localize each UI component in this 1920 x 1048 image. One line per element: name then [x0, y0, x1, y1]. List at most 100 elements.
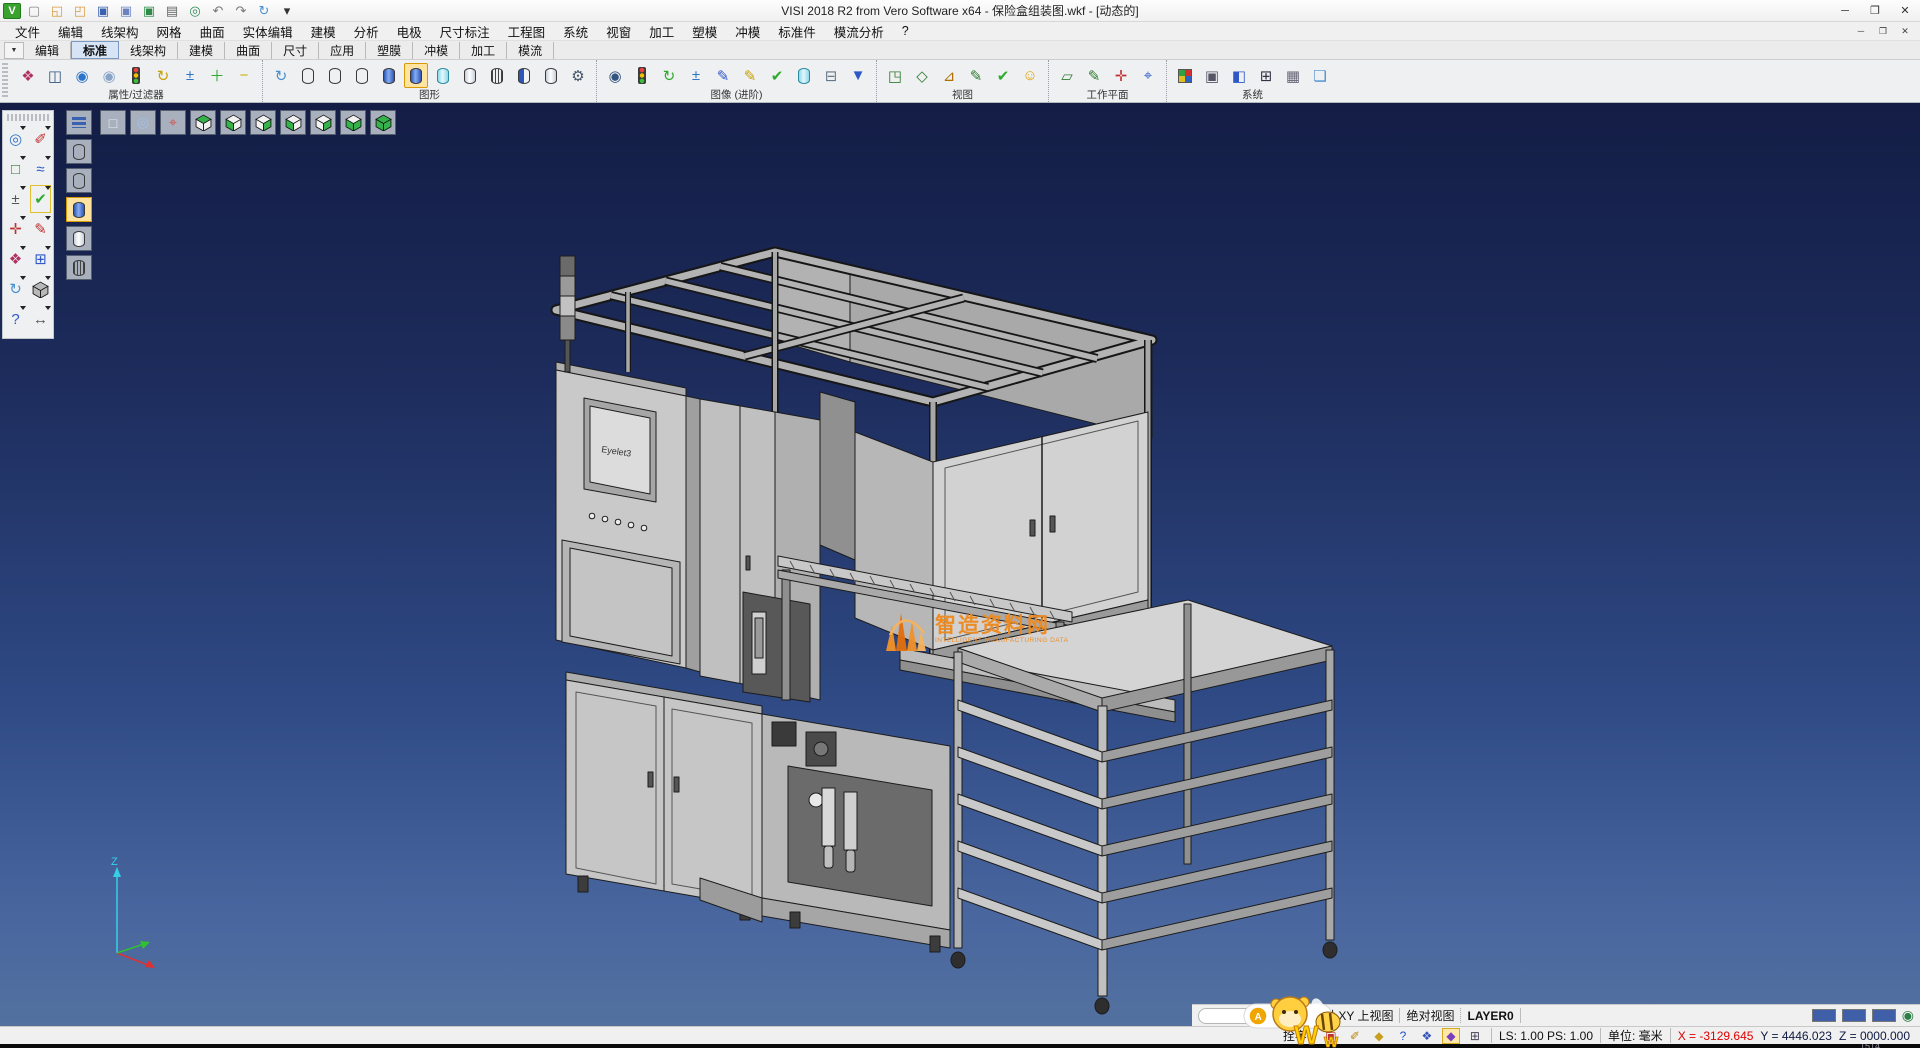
tab-建模[interactable]: 建模 — [178, 42, 225, 59]
dock-drag-handle[interactable] — [7, 114, 49, 121]
vp-shading-mesh-icon[interactable] — [66, 255, 92, 280]
annotate-pen-yellow-icon[interactable]: ✎ — [738, 63, 762, 88]
visibility-remove-icon[interactable]: ◉ — [97, 63, 121, 88]
context-help-icon[interactable]: ? — [1394, 1028, 1412, 1044]
menu-item-0[interactable]: 文件 — [6, 22, 49, 40]
menu-item-3[interactable]: 网格 — [148, 22, 191, 40]
view-zoom-cube-icon[interactable]: ◳ — [883, 63, 907, 88]
select-icon[interactable]: ◎ — [4, 124, 27, 154]
view-front-icon[interactable] — [220, 110, 246, 135]
redo-icon[interactable]: ↷ — [231, 2, 251, 20]
menu-item-13[interactable]: 加工 — [640, 22, 683, 40]
advanced-refresh-icon[interactable]: ↻ — [657, 63, 681, 88]
confirm-icon[interactable]: ✔ — [29, 184, 52, 214]
confirm-check-icon[interactable]: ✔ — [765, 63, 789, 88]
magic-wand-icon[interactable]: ✐ — [1346, 1028, 1364, 1044]
undo-icon[interactable]: ↶ — [208, 2, 228, 20]
shading-hidden-line-icon[interactable] — [323, 63, 347, 88]
snap-grid-icon[interactable]: ⊞ — [1466, 1028, 1484, 1044]
help-icon[interactable]: ? — [4, 304, 27, 334]
import-file-icon[interactable]: ◰ — [70, 2, 90, 20]
tab-冲模[interactable]: 冲模 — [413, 42, 460, 59]
menu-item-2[interactable]: 线架构 — [92, 22, 148, 40]
viewport-menu-icon[interactable] — [66, 110, 92, 135]
visi-logo-icon[interactable]: V — [3, 3, 21, 19]
system-grid-icon[interactable]: ⊞ — [1254, 63, 1278, 88]
vp-shading-hidden-icon[interactable] — [66, 168, 92, 193]
regenerate-icon[interactable]: ↻ — [4, 274, 27, 304]
shading-mesh-icon[interactable] — [485, 63, 509, 88]
tab-加工[interactable]: 加工 — [460, 42, 507, 59]
menu-item-1[interactable]: 编辑 — [49, 22, 92, 40]
shading-wireframe-icon[interactable] — [296, 63, 320, 88]
menu-item-9[interactable]: 尺寸标注 — [431, 22, 499, 40]
workplane-compass-icon[interactable]: ✛ — [1109, 63, 1133, 88]
history-icon[interactable]: ↻ — [254, 2, 274, 20]
menu-item-8[interactable]: 电极 — [388, 22, 431, 40]
view-iso-icon[interactable] — [370, 110, 396, 135]
workplane-indicator-icon[interactable]: ◆ — [1442, 1028, 1460, 1044]
key-icon[interactable]: ◆ — [1370, 1028, 1388, 1044]
toolbar-grip[interactable] — [2, 63, 8, 99]
tab-模流[interactable]: 模流 — [507, 42, 554, 59]
visibility-add-icon[interactable]: ◉ — [70, 63, 94, 88]
zoom-view-icon[interactable]: ◎ — [130, 110, 156, 135]
menu-item-7[interactable]: 分析 — [345, 22, 388, 40]
units-indicator[interactable]: 单位: 毫米 — [1608, 1027, 1663, 1044]
save-as-icon[interactable]: ▣ — [116, 2, 136, 20]
tab-尺寸[interactable]: 尺寸 — [272, 42, 319, 59]
close-button[interactable]: ✕ — [1890, 0, 1920, 21]
preview-cylinder-icon[interactable] — [792, 63, 816, 88]
tab-应用[interactable]: 应用 — [319, 42, 366, 59]
sketch-curve-icon[interactable]: ≈ — [29, 154, 52, 184]
globe-icon[interactable]: ◉ — [1902, 1007, 1914, 1024]
color-swatch-1[interactable] — [1812, 1009, 1836, 1022]
workplane-origin-icon[interactable]: ⌖ — [1136, 63, 1160, 88]
filter-traffic-light-icon[interactable] — [124, 63, 148, 88]
menu-item-17[interactable]: 模流分析 — [825, 22, 893, 40]
show-all-icon[interactable]: ＋ — [205, 63, 229, 88]
fit-frame-icon[interactable]: □ — [4, 154, 27, 184]
absolute-view-indicator[interactable]: 绝对视图 — [1406, 1007, 1454, 1024]
tab-dropdown-icon[interactable]: ▼ — [4, 42, 24, 59]
paint-attributes-icon[interactable]: ❖ — [4, 244, 27, 274]
clip-plane-icon[interactable]: ⊟ — [819, 63, 843, 88]
view-bottom-icon[interactable] — [340, 110, 366, 135]
attribute-viewer-icon[interactable]: ◫ — [43, 63, 67, 88]
workplane-xy-icon[interactable]: ▱ — [1055, 63, 1079, 88]
minimize-button[interactable]: ─ — [1830, 0, 1860, 21]
maximize-button[interactable]: ❐ — [1860, 0, 1890, 21]
shading-shaded-edges-icon[interactable] — [404, 63, 428, 88]
attribute-painter-icon[interactable]: ❖ — [16, 63, 40, 88]
child-restore-button[interactable]: ❐ — [1872, 23, 1894, 39]
print-icon[interactable]: ▤ — [162, 2, 182, 20]
annotate-pen-blue-icon[interactable]: ✎ — [711, 63, 735, 88]
color-swatch-3[interactable] — [1872, 1009, 1896, 1022]
menu-item-12[interactable]: 视窗 — [597, 22, 640, 40]
measure-distance-icon[interactable]: ↔ — [29, 304, 52, 334]
viewport-3d[interactable]: Eyelet3 — [0, 103, 1920, 1026]
solid-cube-icon[interactable] — [29, 274, 52, 304]
open-file-icon[interactable]: ◱ — [47, 2, 67, 20]
system-hatch-icon[interactable]: ▦ — [1281, 63, 1305, 88]
tile-windows-icon[interactable]: ⊞ — [29, 244, 52, 274]
tab-塑膜[interactable]: 塑膜 — [366, 42, 413, 59]
view-right-icon[interactable] — [250, 110, 276, 135]
system-palette-icon[interactable] — [1173, 63, 1197, 88]
menu-item-6[interactable]: 建模 — [302, 22, 345, 40]
system-window-icon[interactable]: ◧ — [1227, 63, 1251, 88]
move-axis-icon[interactable]: ✛ — [4, 214, 27, 244]
shading-half-icon[interactable] — [512, 63, 536, 88]
save-icon[interactable]: ▣ — [93, 2, 113, 20]
active-layer-indicator[interactable]: LAYER0 — [1467, 1009, 1513, 1023]
ucs-origin-icon[interactable]: ⌖ — [160, 110, 186, 135]
color-swatch-2[interactable] — [1842, 1009, 1866, 1022]
system-monitor-icon[interactable]: ▣ — [1200, 63, 1224, 88]
shading-copy-icon[interactable] — [539, 63, 563, 88]
customize-quick-access-icon[interactable]: ▾ — [277, 2, 297, 20]
view-smiley-icon[interactable]: ☺ — [1018, 63, 1042, 88]
tab-曲面[interactable]: 曲面 — [225, 42, 272, 59]
hide-all-icon[interactable]: − — [232, 63, 256, 88]
menu-item-10[interactable]: 工程图 — [499, 22, 555, 40]
fit-view-icon[interactable]: □ — [100, 110, 126, 135]
